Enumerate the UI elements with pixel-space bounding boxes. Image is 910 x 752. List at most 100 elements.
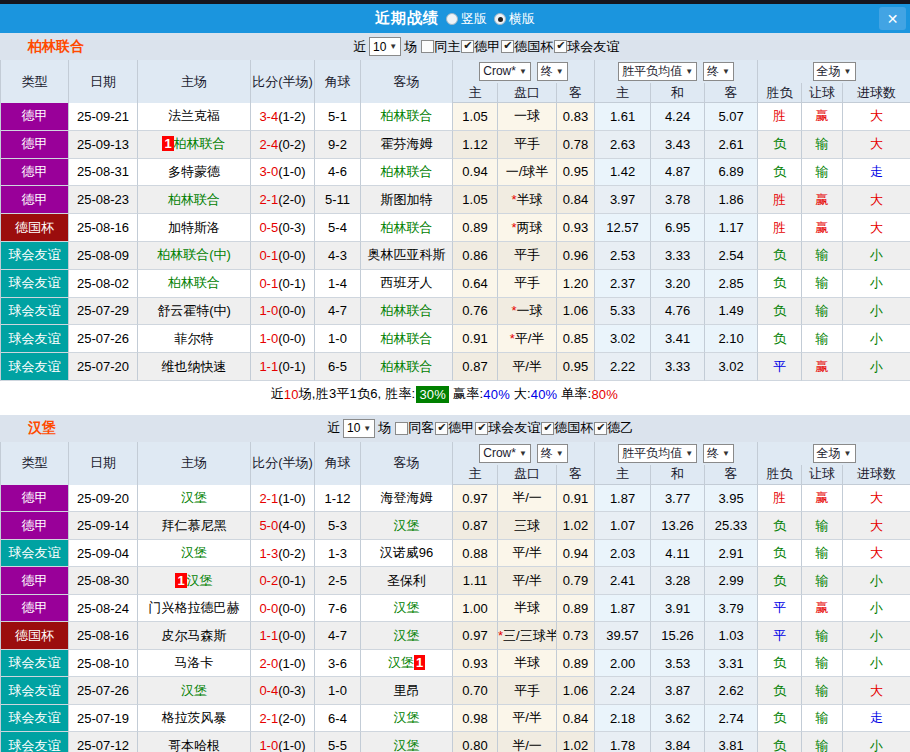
select-group: 胜平负均值▼ 终▼ [595, 60, 758, 83]
league-cell: 球会友谊 [1, 732, 69, 752]
summary-stat-label: 单率: [557, 385, 591, 403]
home-team-cell: 加特斯洛 [138, 214, 251, 242]
league-filter-0-checkbox[interactable] [461, 40, 474, 53]
fulltime-score: 2-1 [259, 711, 278, 726]
league-filter-1-checkbox[interactable] [475, 422, 488, 435]
handicap-cell: 平手 [498, 242, 557, 270]
summary-stat-value: 80% [591, 387, 618, 402]
halftime-score: (0-2) [278, 546, 305, 561]
league-filter-0-checkbox[interactable] [435, 422, 448, 435]
goals-result-cell: 小 [843, 622, 910, 650]
avg-away-odds: 1.86 [705, 186, 758, 214]
away-team-name: 海登海姆 [381, 490, 433, 505]
avg-home-odds: 2.00 [595, 650, 651, 678]
avg-home-odds: 2.03 [595, 540, 651, 568]
result-cell: 负 [758, 131, 802, 159]
summary-stat-label: 大: [510, 385, 531, 403]
sub-col-header: 客 [705, 465, 758, 485]
view-option-horizontal[interactable]: 横版 [494, 10, 535, 28]
avg-select[interactable]: 胜平负均值▼ [618, 62, 697, 81]
radio-icon[interactable] [494, 13, 506, 25]
home-team-name: 汉堡 [181, 683, 207, 698]
home-team-cell: 法兰克福 [138, 103, 251, 131]
league-cell: 球会友谊 [1, 540, 69, 568]
chevron-down-icon: ▼ [556, 449, 564, 458]
away-team-cell: 里昂 [361, 677, 453, 705]
scope-select[interactable]: 全场▼ [813, 444, 856, 463]
avg-home-odds: 39.57 [595, 622, 651, 650]
away-team-name: 柏林联合 [381, 220, 433, 235]
scope-select[interactable]: 全场▼ [813, 62, 856, 81]
same-venue-checkbox[interactable] [395, 422, 408, 435]
bookmaker-select-value: Crow* [483, 64, 516, 78]
select-group: 全场▼ [758, 60, 910, 83]
avg-away-odds: 2.54 [705, 242, 758, 270]
match-row: 球会友谊25-09-04汉堡1-3(0-2)1-3汉诺威960.88平/半0.9… [1, 540, 910, 568]
avg-draw-odds: 3.62 [651, 705, 705, 733]
match-count-select[interactable]: 10▼ [343, 419, 375, 438]
avg-draw-odds: 3.77 [651, 485, 705, 513]
corner-cell: 7-6 [315, 595, 361, 623]
chevron-down-icon: ▼ [722, 449, 730, 458]
odds-stage-select-value: 终 [541, 63, 553, 80]
halftime-score: (2-0) [278, 711, 305, 726]
handicap-star: * [511, 220, 516, 235]
view-options: 竖版横版 [439, 10, 535, 28]
ah-away-odds: 0.91 [557, 485, 595, 513]
title-bar: 近期战绩 竖版横版 ✕ [0, 4, 910, 33]
handicap-cell: 半/一 [498, 485, 557, 513]
league-filter-2-checkbox[interactable] [541, 422, 554, 435]
league-filter-1-checkbox[interactable] [501, 40, 514, 53]
score-cell: 3-0(1-0) [251, 159, 315, 187]
avg-away-odds: 2.74 [705, 705, 758, 733]
close-button[interactable]: ✕ [879, 7, 906, 30]
same-venue-label: 同客 [408, 419, 434, 437]
odds-stage-select[interactable]: 终▼ [537, 62, 568, 81]
ah-away-odds: 0.93 [557, 214, 595, 242]
match-count-select[interactable]: 10▼ [369, 37, 401, 56]
same-venue-checkbox[interactable] [421, 40, 434, 53]
avg-draw-odds: 15.26 [651, 622, 705, 650]
league-cell: 球会友谊 [1, 705, 69, 733]
view-option-vertical[interactable]: 竖版 [446, 10, 487, 28]
home-team-cell: 皮尔马森斯 [138, 622, 251, 650]
avg-stage-select[interactable]: 终▼ [703, 444, 734, 463]
avg-stage-select[interactable]: 终▼ [703, 62, 734, 81]
odds-stage-select[interactable]: 终▼ [537, 444, 568, 463]
date-cell: 25-09-14 [69, 512, 138, 540]
spacer [0, 408, 910, 415]
avg-select[interactable]: 胜平负均值▼ [618, 444, 697, 463]
league-filter-2-checkbox[interactable] [554, 40, 567, 53]
match-row: 德甲25-09-20汉堡2-1(1-0)1-12海登海姆0.97半/一0.911… [1, 485, 910, 513]
window-title: 近期战绩 [375, 9, 439, 28]
date-cell: 25-08-10 [69, 650, 138, 678]
halftime-score: (0-0) [278, 303, 305, 318]
section-header-1: 汉堡近10▼场同客德甲球会友谊德国杯德乙 [0, 415, 910, 442]
match-row: 球会友谊25-07-29舒云霍特(中)1-0(0-0)4-7柏林联合0.76*一… [1, 298, 910, 326]
league-cell: 德甲 [1, 159, 69, 187]
fulltime-score: 2-1 [259, 192, 278, 207]
home-team-name: 维也纳快速 [162, 359, 227, 374]
radio-icon[interactable] [446, 13, 458, 25]
away-team-name: 汉堡 [394, 518, 420, 533]
result-cell: 胜 [758, 214, 802, 242]
goals-result-cell: 小 [843, 732, 910, 752]
home-team-cell: 拜仁慕尼黑 [138, 512, 251, 540]
match-row: 德甲25-09-14拜仁慕尼黑5-0(4-0)5-3汉堡0.87三球1.021.… [1, 512, 910, 540]
unit-label: 场 [378, 419, 391, 437]
corner-cell: 1-12 [315, 485, 361, 513]
sub-col-header: 客 [557, 465, 595, 485]
away-team-cell: 汉堡 [361, 595, 453, 623]
bookmaker-select[interactable]: Crow*▼ [479, 444, 531, 463]
fulltime-score: 0-1 [259, 276, 278, 291]
handicap-star: * [498, 628, 503, 643]
home-team-cell: 汉堡 [138, 677, 251, 705]
match-row: 德甲25-08-23柏林联合2-1(2-0)5-11斯图加特1.05*半球0.8… [1, 186, 910, 214]
home-team-cell: 汉堡 [138, 540, 251, 568]
away-team-cell: 霍芬海姆 [361, 131, 453, 159]
bookmaker-select[interactable]: Crow*▼ [479, 62, 531, 81]
home-team-cell: 马洛卡 [138, 650, 251, 678]
away-team-name: 柏林联合 [381, 164, 433, 179]
league-filter-3-checkbox[interactable] [594, 422, 607, 435]
match-row: 球会友谊25-08-10马洛卡2-0(1-0)3-6汉堡10.93半球0.892… [1, 650, 910, 678]
